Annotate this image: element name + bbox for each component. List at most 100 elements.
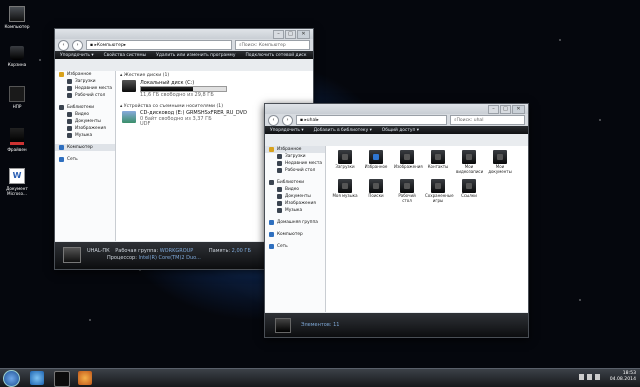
drive-usage-bar — [140, 86, 227, 92]
nav-item[interactable]: Документы — [55, 118, 115, 125]
pictures-folder-icon — [400, 150, 414, 164]
flag-icon[interactable] — [595, 374, 600, 380]
folder-label: Мои видеозаписи — [456, 164, 484, 174]
back-button[interactable]: ‹ — [58, 39, 69, 51]
nav-item[interactable]: Документы — [265, 193, 325, 200]
folder-item[interactable]: Контакты — [425, 150, 451, 174]
maximize-button[interactable]: □ — [285, 30, 296, 39]
nav-item-label: Недавние места — [75, 86, 113, 91]
minimize-button[interactable]: – — [488, 105, 499, 114]
organize-button[interactable]: Упорядочить ▾ — [60, 53, 94, 58]
nav-item[interactable]: Загрузки — [265, 153, 325, 160]
nav-item[interactable]: Компьютер — [265, 231, 325, 238]
folder-item[interactable]: Сохраненные игры — [425, 179, 454, 203]
nav-item[interactable]: Недавние места — [55, 85, 115, 92]
window-titlebar[interactable]: – □ ✕ — [265, 104, 528, 114]
desktop-icon-computer[interactable]: Компьютер — [2, 6, 32, 29]
nav-item[interactable]: Музыка — [55, 132, 115, 139]
search-input[interactable]: ⌕ Поиск: Компьютер — [235, 40, 310, 50]
close-button[interactable]: ✕ — [297, 30, 310, 39]
clock[interactable]: 18:53 04.08.2014 — [610, 371, 636, 383]
nav-item[interactable]: Видео — [265, 186, 325, 193]
folder-item[interactable]: Ссылки — [456, 179, 482, 203]
folder-label: Изображения — [394, 164, 423, 169]
nav-item[interactable]: Избранное — [55, 71, 115, 78]
word-document-icon: W — [9, 168, 25, 184]
folder-item[interactable]: Мои документы — [487, 150, 513, 174]
navigation-pane: Избранное Загрузки Недавние места Рабочий с… — [265, 146, 326, 312]
computer-icon — [269, 232, 274, 237]
media-player-icon[interactable] — [78, 371, 92, 385]
nav-item-label: Сеть — [277, 244, 288, 249]
network-icon — [269, 244, 274, 249]
drive-filesystem: UDF — [140, 121, 151, 127]
folder-item[interactable]: Моя музыка — [332, 179, 358, 203]
folder-label: Моя музыка — [332, 193, 358, 199]
forward-button[interactable]: › — [282, 114, 293, 126]
add-to-library-button[interactable]: Добавить в библиотеку ▾ — [314, 128, 372, 133]
uninstall-program-button[interactable]: Удалить или изменить программу — [156, 53, 235, 58]
nav-item-label: Домашняя группа — [277, 220, 318, 225]
map-network-drive-button[interactable]: Подключить сетевой диск — [245, 53, 306, 58]
nav-item[interactable]: Домашняя группа — [265, 219, 325, 226]
maximize-button[interactable]: □ — [500, 105, 511, 114]
start-button[interactable] — [3, 370, 20, 387]
desktop-icon-fraiven[interactable]: Фрайвен — [2, 128, 32, 152]
folder-icon — [277, 161, 282, 166]
internet-explorer-icon[interactable] — [30, 371, 44, 385]
nav-item[interactable]: Библиотеки — [55, 104, 115, 111]
drive-c[interactable]: Локальный диск (C:) 11,6 ГБ свободно из … — [116, 80, 313, 98]
nav-item[interactable]: Избранное — [265, 146, 325, 153]
search-input[interactable]: ⌕ Поиск: uhal — [450, 115, 525, 125]
desktop-icon-label: Корзина — [7, 62, 27, 67]
nav-item[interactable]: Видео — [55, 111, 115, 118]
nav-item[interactable]: Сеть — [55, 156, 115, 163]
folder-item[interactable]: Мои видеозаписи — [456, 150, 484, 174]
folder-item[interactable]: Поиски — [363, 179, 389, 203]
address-bar: ‹ › ▪ ▸ Компьютер ▸ ⌕ Поиск: Компьютер — [55, 39, 313, 51]
organize-button[interactable]: Упорядочить ▾ — [270, 128, 304, 133]
folder-item[interactable]: Изображения — [394, 150, 423, 174]
nav-item[interactable]: Изображения — [55, 125, 115, 132]
desktop-icon-recycle-bin[interactable]: Корзина — [2, 46, 32, 67]
folder-label: Контакты — [427, 164, 449, 169]
folder-item[interactable]: Загрузки — [332, 150, 358, 174]
close-button[interactable]: ✕ — [512, 105, 525, 114]
folder-item[interactable]: Избранное — [363, 150, 389, 174]
documents-folder-icon — [493, 150, 507, 164]
shortcut-icon — [10, 128, 24, 145]
nav-item[interactable]: Рабочий стол — [55, 92, 115, 99]
explorer-taskbar-icon[interactable] — [54, 371, 70, 387]
nav-item-label: Загрузки — [285, 154, 306, 159]
group-header-hard-drives[interactable]: ▴ Жесткие диски (1) — [116, 71, 313, 80]
nav-item[interactable]: Загрузки — [55, 78, 115, 85]
nav-item[interactable]: Недавние места — [265, 160, 325, 167]
command-bar: Упорядочить ▾ Свойства системы Удалить и… — [55, 51, 313, 59]
network-icon[interactable] — [579, 374, 584, 380]
system-properties-button[interactable]: Свойства системы — [104, 53, 147, 58]
minimize-button[interactable]: – — [273, 30, 284, 39]
path-field[interactable]: ▪ ▸ Компьютер ▸ — [86, 40, 232, 50]
desktop-icon-document[interactable]: W Документ Microso... — [2, 168, 32, 196]
share-button[interactable]: Общий доступ ▾ — [382, 128, 419, 133]
downloads-folder-icon — [338, 150, 352, 164]
searches-folder-icon — [369, 179, 383, 194]
nav-item[interactable]: Сеть — [265, 243, 325, 250]
desktop-icon-npr[interactable]: НПР — [2, 86, 32, 109]
path-field[interactable]: ▪ ▸ uhal ▸ — [296, 115, 447, 125]
volume-icon[interactable] — [587, 374, 592, 380]
folder-item[interactable]: Рабочий стол — [394, 179, 420, 203]
folder-icon — [67, 112, 72, 117]
network-icon — [59, 157, 64, 162]
nav-item[interactable]: Музыка — [265, 207, 325, 214]
nav-item[interactable]: Изображения — [265, 200, 325, 207]
nav-item-label: Музыка — [285, 208, 303, 213]
back-button[interactable]: ‹ — [268, 114, 279, 126]
nav-item[interactable]: Компьютер — [55, 144, 115, 151]
nav-item-label: Видео — [285, 187, 299, 192]
folder-label: Сохраненные игры — [425, 193, 454, 203]
nav-item[interactable]: Рабочий стол — [265, 167, 325, 174]
forward-button[interactable]: › — [72, 39, 83, 51]
window-titlebar[interactable]: – □ ✕ — [55, 29, 313, 39]
nav-item[interactable]: Библиотеки — [265, 179, 325, 186]
